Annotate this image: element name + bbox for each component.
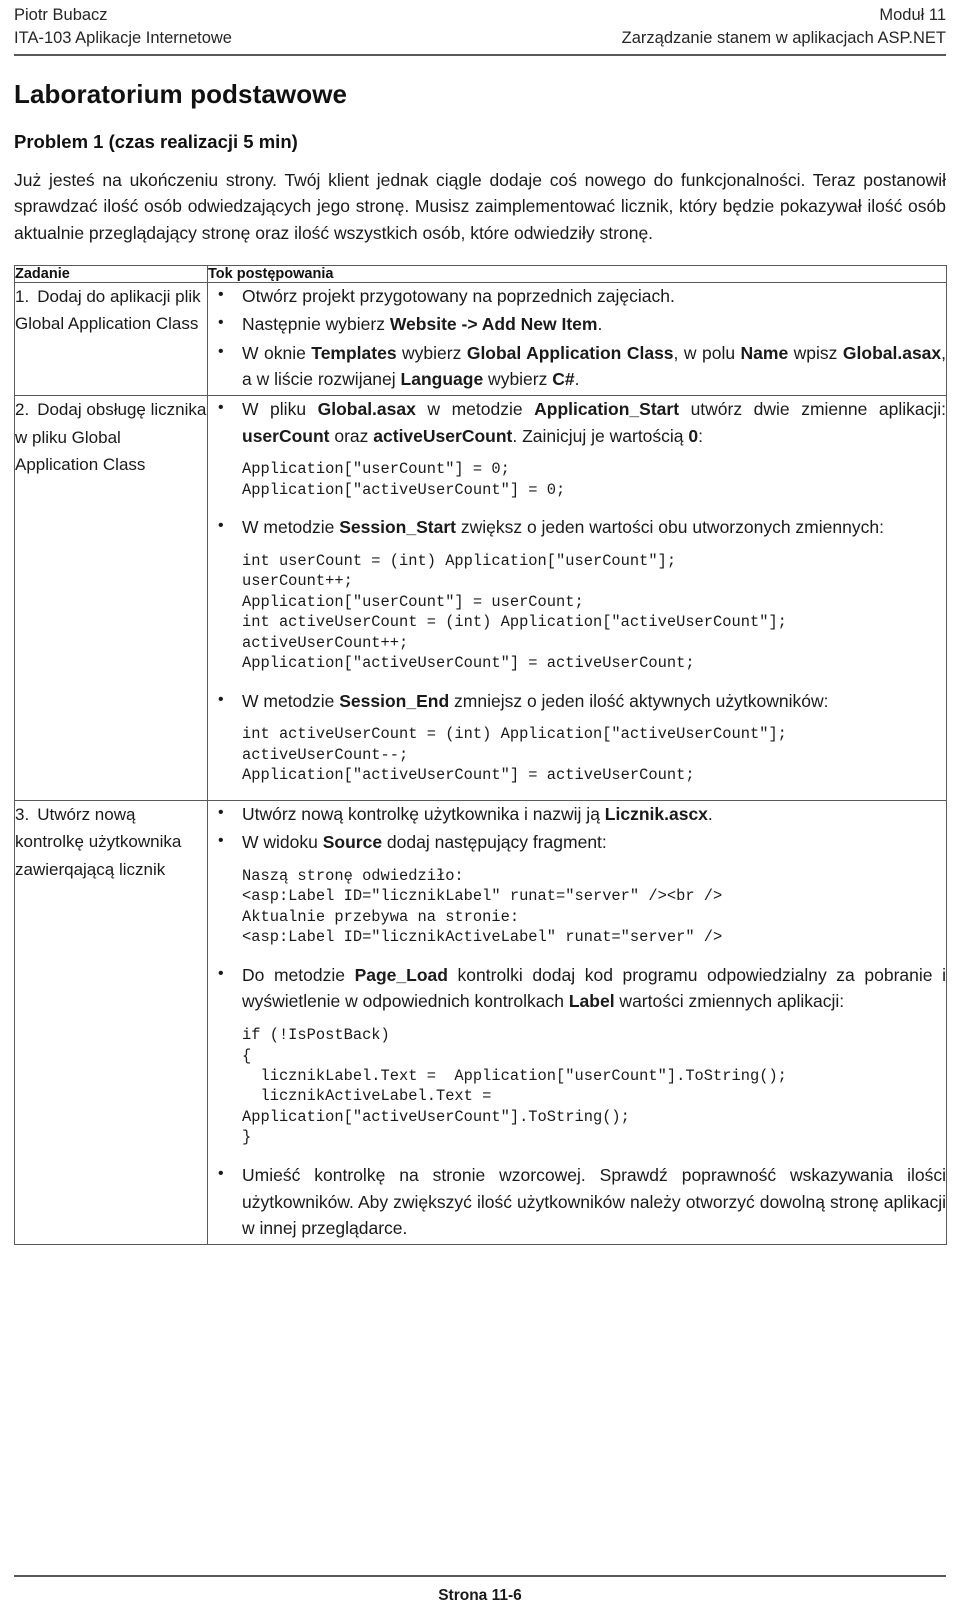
table-head: Zadanie Tok postępowania [14,264,947,283]
step-bullet: W metodzie Session_End zmniejsz o jeden … [208,687,946,715]
code-block: Application["userCount"] = 0; Applicatio… [242,460,566,499]
column-header-task: Zadanie [14,264,208,283]
steps-list: Utwórz nową kontrolkę użytkownika i nazw… [208,800,946,1242]
code-block-item: if (!IsPostBack) { licznikLabel.Text = A… [208,1025,946,1148]
header-course: ITA-103 Aplikacje Internetowe [14,29,232,48]
problem-heading: Problem 1 (czas realizacji 5 min) [14,130,298,152]
steps-cell: Utwórz nową kontrolkę użytkownika i nazw… [207,799,947,1245]
header-row-bottom: ITA-103 Aplikacje Internetowe Zarządzani… [14,27,946,50]
header-divider [14,53,946,56]
step-bullet: Otwórz projekt przygotowany na poprzedni… [208,282,946,310]
header-module-title: Zarządzanie stanem w aplikacjach ASP.NET [621,29,946,48]
step-bullet: W widoku Source dodaj następujący fragme… [208,828,946,856]
task-label: Dodaj do aplikacji plik Global Applicati… [15,286,201,334]
task-table: Zadanie Tok postępowania 1. Dodaj do apli… [14,264,947,1245]
code-block-item: int userCount = (int) Application["userC… [208,551,946,674]
code-block: Naszą stronę odwiedziło: <asp:Label ID="… [242,866,723,947]
task-number: 1. [15,286,30,306]
task-cell: 2. Dodaj obsługę licznika w pliku Global … [14,395,208,801]
table-body: 1. Dodaj do aplikacji plik Global Applica… [14,281,947,1245]
table-row: 2. Dodaj obsługę licznika w pliku Global … [14,395,947,801]
document-page: Piotr Bubacz Moduł 11 ITA-103 Aplikacje … [0,0,960,1615]
header-author: Piotr Bubacz [14,6,108,24]
intro-paragraph: Już jesteś na ukończeniu strony. Twój kl… [14,169,946,244]
task-label: Utwórz nową kontrolkę użytkownika zawier… [15,804,182,879]
code-block-item: int activeUserCount = (int) Application[… [208,724,946,785]
footer-divider [14,1575,946,1577]
step-bullet: Następnie wybierz Website -> Add New Ite… [208,310,946,338]
table-row: 3. Utwórz nową kontrolkę użytkownika zawi… [14,799,947,1245]
page-number: Strona 11-6 [438,1587,522,1604]
task-label: Dodaj obsługę licznika w pliku Global Ap… [15,400,207,475]
code-block: int userCount = (int) Application["userC… [242,551,787,673]
table-row: 1. Dodaj do aplikacji plik Global Applica… [14,281,947,397]
task-number: 2. [15,400,30,419]
code-block: int activeUserCount = (int) Application[… [242,725,787,785]
code-block-item: Application["userCount"] = 0; Applicatio… [208,459,946,500]
table-header-row: Zadanie Tok postępowania [14,264,947,283]
code-block: if (!IsPostBack) { licznikLabel.Text = A… [242,1026,787,1147]
steps-cell: W pliku Global.asax w metodzie Applicati… [207,395,947,801]
document-footer: Strona 11-6 [14,1575,946,1605]
step-bullet: Umieść kontrolkę na stronie wzorcowej. S… [208,1161,946,1242]
step-bullet: Do metodzie Page_Load kontrolki dodaj ko… [208,961,946,1015]
steps-list: Otwórz projekt przygotowany na poprzedni… [208,282,946,393]
header-row-top: Piotr Bubacz Moduł 11 [14,4,946,27]
task-cell: 3. Utwórz nową kontrolkę użytkownika zawi… [14,799,208,1245]
step-bullet: Utwórz nową kontrolkę użytkownika i nazw… [208,800,946,828]
task-cell: 1. Dodaj do aplikacji plik Global Applica… [14,281,208,397]
header-module: Moduł 11 [879,6,946,24]
step-bullet: W pliku Global.asax w metodzie Applicati… [208,395,946,449]
steps-list: W pliku Global.asax w metodzie Applicati… [208,395,946,786]
column-header-steps: Tok postępowania [207,264,947,283]
page-title: Laboratorium podstawowe [14,78,348,109]
step-bullet: W metodzie Session_Start zwiększ o jeden… [208,513,946,541]
document-header: Piotr Bubacz Moduł 11 ITA-103 Aplikacje … [14,0,946,56]
code-block-item: Naszą stronę odwiedziło: <asp:Label ID="… [208,866,946,948]
step-bullet: W oknie Templates wybierz Global Applica… [208,339,946,393]
task-number: 3. [15,804,30,824]
steps-cell: Otwórz projekt przygotowany na poprzedni… [207,281,947,397]
